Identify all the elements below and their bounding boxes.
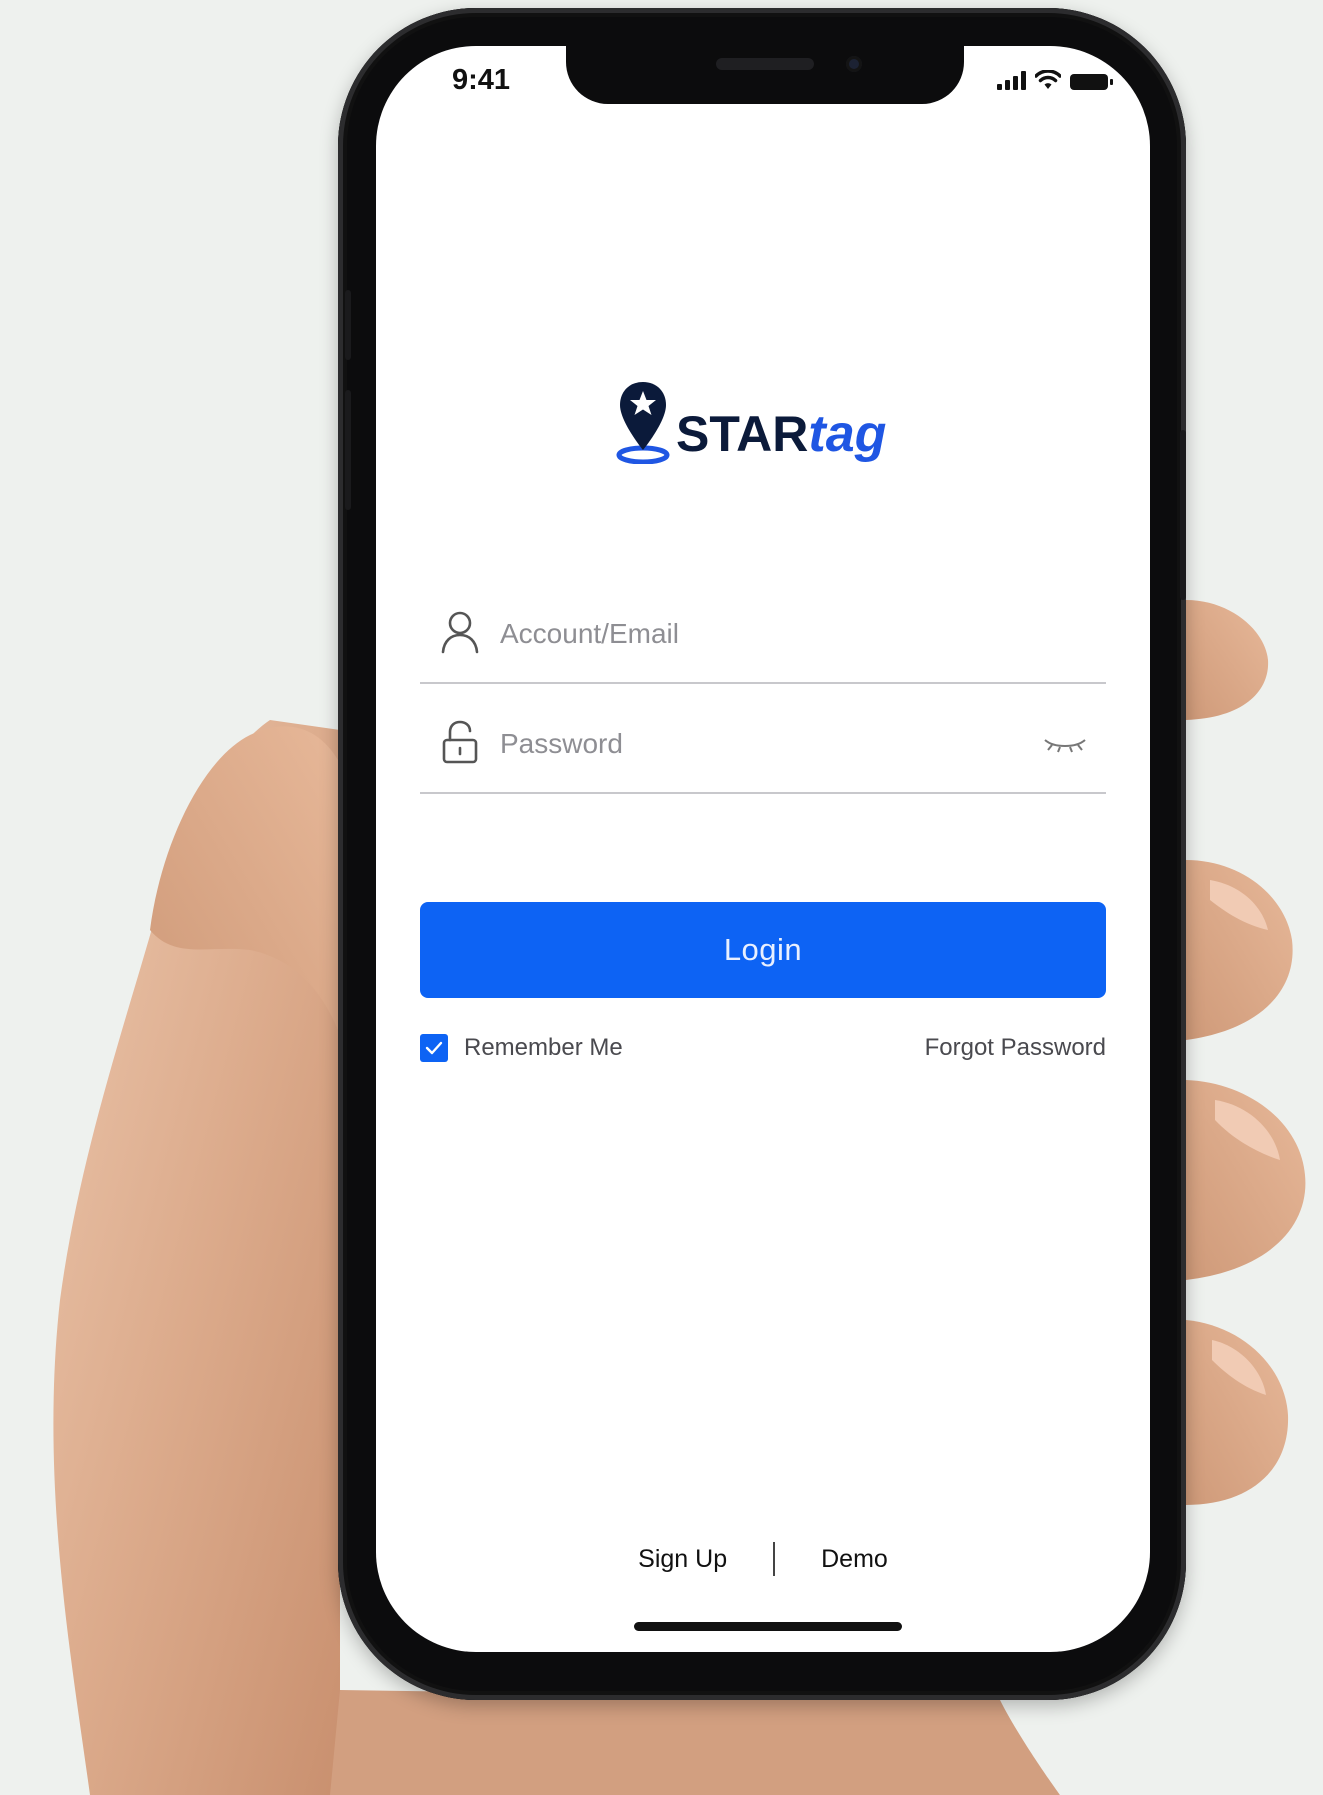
demo-link[interactable]: Demo [821, 1545, 888, 1574]
battery-icon [1070, 74, 1113, 90]
brand-name-italic: tag [808, 405, 887, 463]
wifi-icon [1035, 70, 1061, 89]
account-field[interactable]: Account/Email [420, 586, 1106, 684]
remember-label: Remember Me [464, 1034, 623, 1061]
password-placeholder: Password [500, 728, 623, 759]
camera [846, 56, 862, 72]
location-pin-star-icon [616, 382, 670, 464]
phone-screen: 9:41 STAR tag Account/Email Password Log… [376, 46, 1150, 1652]
home-indicator[interactable] [634, 1622, 902, 1631]
lock-icon [442, 720, 478, 764]
phone-side-button [345, 290, 351, 360]
password-field[interactable]: Password [420, 696, 1106, 794]
login-button[interactable]: Login [420, 902, 1106, 998]
brand-name-bold: STAR [676, 406, 809, 462]
forgot-password-link[interactable]: Forgot Password [925, 1034, 1106, 1062]
phone-power-button [1180, 430, 1186, 600]
status-time: 9:41 [452, 64, 511, 96]
remember-checkbox[interactable] [420, 1034, 448, 1062]
eye-closed-icon[interactable] [1042, 734, 1088, 756]
notch [566, 46, 964, 104]
brand-logo: STAR tag [616, 380, 886, 464]
account-placeholder: Account/Email [500, 618, 679, 649]
remember-me[interactable]: Remember Me [420, 1034, 623, 1062]
phone-side-button [345, 390, 351, 510]
checkmark-icon [425, 1041, 443, 1055]
signup-link[interactable]: Sign Up [638, 1545, 727, 1574]
status-icons [997, 70, 1113, 90]
signal-icon [997, 70, 1026, 90]
user-icon [441, 611, 479, 654]
scene: 9:41 STAR tag Account/Email Password Log… [0, 0, 1323, 1795]
speaker [716, 58, 814, 70]
footer-links: Sign Up Demo [376, 1542, 1150, 1576]
footer-divider [773, 1542, 776, 1576]
